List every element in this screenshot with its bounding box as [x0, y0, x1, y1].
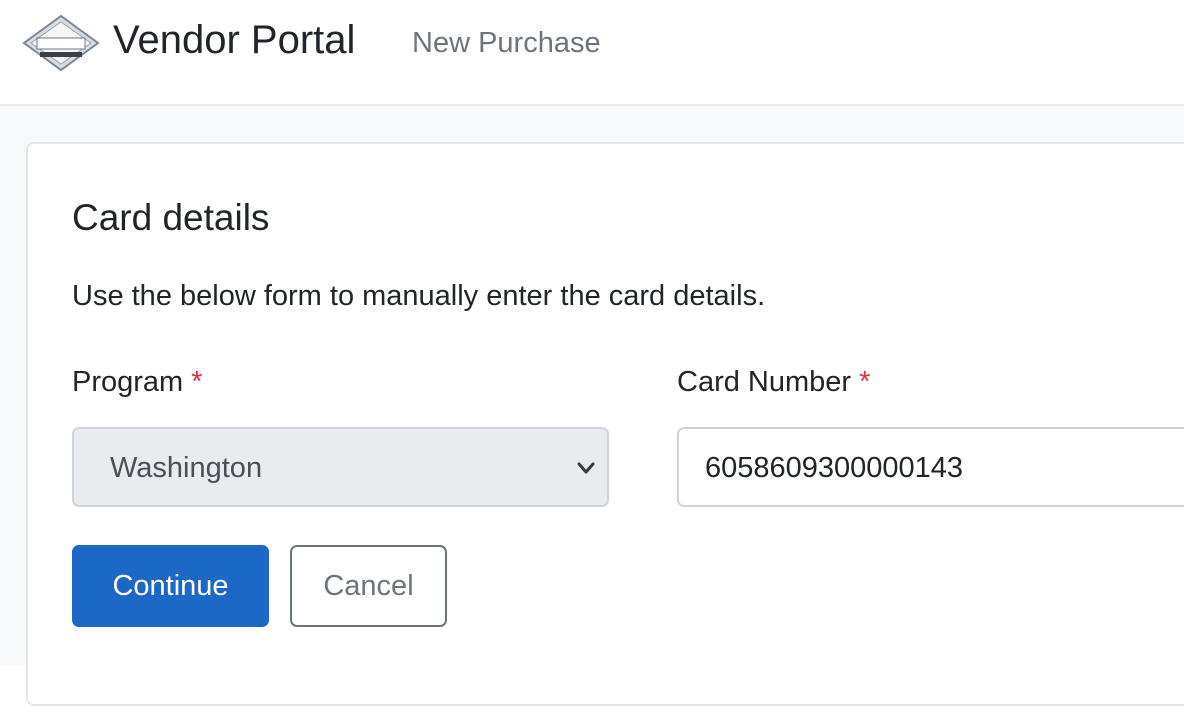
program-select-value: Washington — [110, 452, 263, 484]
cancel-button[interactable]: Cancel — [290, 545, 447, 627]
card-title: Card details — [72, 197, 270, 238]
continue-button[interactable]: Continue — [72, 545, 269, 627]
card-number-input[interactable]: 6058609300000143 — [677, 427, 1184, 507]
program-select[interactable]: Washington — [72, 427, 609, 507]
card-number-value: 6058609300000143 — [705, 452, 964, 484]
wic-direct-logo[interactable] — [20, 12, 102, 74]
page-subtitle: New Purchase — [412, 27, 601, 59]
required-marker: * — [859, 366, 871, 398]
program-label-text: Program — [72, 366, 184, 398]
card-number-label: Card Number * — [677, 362, 870, 402]
chevron-down-icon — [577, 462, 595, 474]
app-title: Vendor Portal — [113, 18, 356, 62]
card-number-label-text: Card Number — [677, 366, 852, 398]
program-label: Program * — [72, 362, 203, 402]
top-navbar: Vendor Portal New Purchase — [0, 0, 1184, 106]
card-description: Use the below form to manually enter the… — [72, 280, 766, 312]
required-marker: * — [191, 366, 203, 398]
